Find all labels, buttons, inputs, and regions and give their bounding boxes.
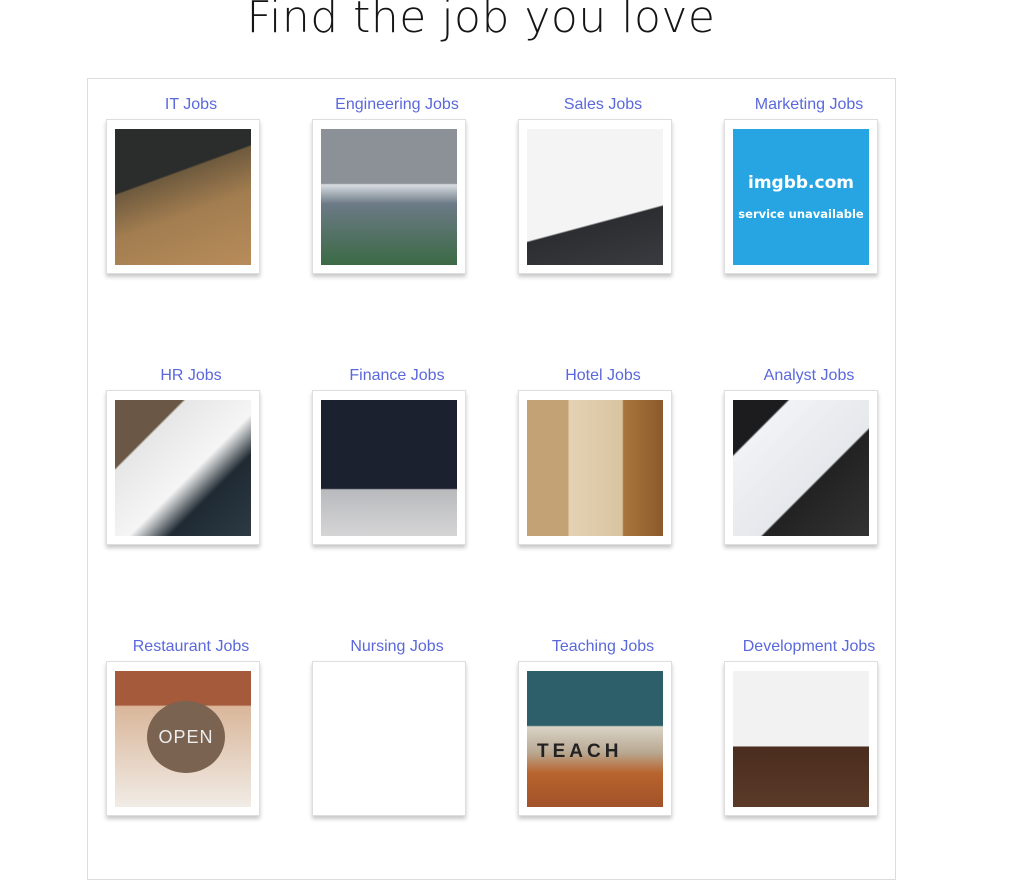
category-image[interactable]	[321, 400, 457, 536]
category-image[interactable]	[527, 400, 663, 536]
open-sign: OPEN	[147, 701, 225, 773]
category-card[interactable]	[106, 119, 260, 274]
category-link[interactable]: Marketing Jobs	[706, 95, 912, 115]
category-image[interactable]: OPEN	[115, 671, 251, 807]
category-image[interactable]	[733, 671, 869, 807]
job-categories-panel: IT Jobs Engineering Jobs Sales Jobs Mark…	[87, 78, 896, 880]
category-card[interactable]	[312, 661, 466, 816]
category-image[interactable]: TEACH	[527, 671, 663, 807]
category-engineering: Engineering Jobs	[294, 95, 500, 274]
category-link[interactable]: Analyst Jobs	[706, 366, 912, 386]
category-image[interactable]	[115, 129, 251, 265]
category-image[interactable]: imgbb.com service unavailable	[733, 129, 869, 265]
category-image[interactable]	[321, 129, 457, 265]
category-hotel: Hotel Jobs	[500, 366, 706, 545]
category-image[interactable]	[115, 400, 251, 536]
category-sales: Sales Jobs	[500, 95, 706, 274]
category-image[interactable]	[733, 400, 869, 536]
category-development: Development Jobs	[706, 637, 912, 816]
page-title: Find the job you love	[246, 0, 716, 43]
category-card[interactable]: OPEN	[106, 661, 260, 816]
category-card[interactable]	[724, 390, 878, 545]
category-hr: HR Jobs	[88, 366, 294, 545]
category-card[interactable]	[106, 390, 260, 545]
category-link[interactable]: HR Jobs	[88, 366, 294, 386]
teach-blocks: TEACH	[537, 741, 623, 762]
category-card[interactable]	[724, 661, 878, 816]
category-it: IT Jobs	[88, 95, 294, 274]
category-card[interactable]	[518, 390, 672, 545]
category-card[interactable]: TEACH	[518, 661, 672, 816]
category-link[interactable]: Restaurant Jobs	[88, 637, 294, 657]
category-link[interactable]: Development Jobs	[706, 637, 912, 657]
category-link[interactable]: Engineering Jobs	[294, 95, 500, 115]
category-marketing: Marketing Jobs imgbb.com service unavaila…	[706, 95, 912, 274]
category-finance: Finance Jobs	[294, 366, 500, 545]
category-card[interactable]	[312, 390, 466, 545]
category-link[interactable]: Nursing Jobs	[294, 637, 500, 657]
category-image[interactable]	[527, 129, 663, 265]
category-link[interactable]: Teaching Jobs	[500, 637, 706, 657]
placeholder-title: imgbb.com	[748, 173, 854, 193]
category-card[interactable]: imgbb.com service unavailable	[724, 119, 878, 274]
category-teaching: Teaching Jobs TEACH	[500, 637, 706, 816]
category-restaurant: Restaurant Jobs OPEN	[88, 637, 294, 816]
category-analyst: Analyst Jobs	[706, 366, 912, 545]
category-image[interactable]	[321, 671, 457, 807]
category-link[interactable]: Finance Jobs	[294, 366, 500, 386]
category-card[interactable]	[518, 119, 672, 274]
category-card[interactable]	[312, 119, 466, 274]
category-link[interactable]: Hotel Jobs	[500, 366, 706, 386]
category-link[interactable]: IT Jobs	[88, 95, 294, 115]
placeholder-subtitle: service unavailable	[738, 207, 864, 221]
category-link[interactable]: Sales Jobs	[500, 95, 706, 115]
category-nursing: Nursing Jobs	[294, 637, 500, 816]
